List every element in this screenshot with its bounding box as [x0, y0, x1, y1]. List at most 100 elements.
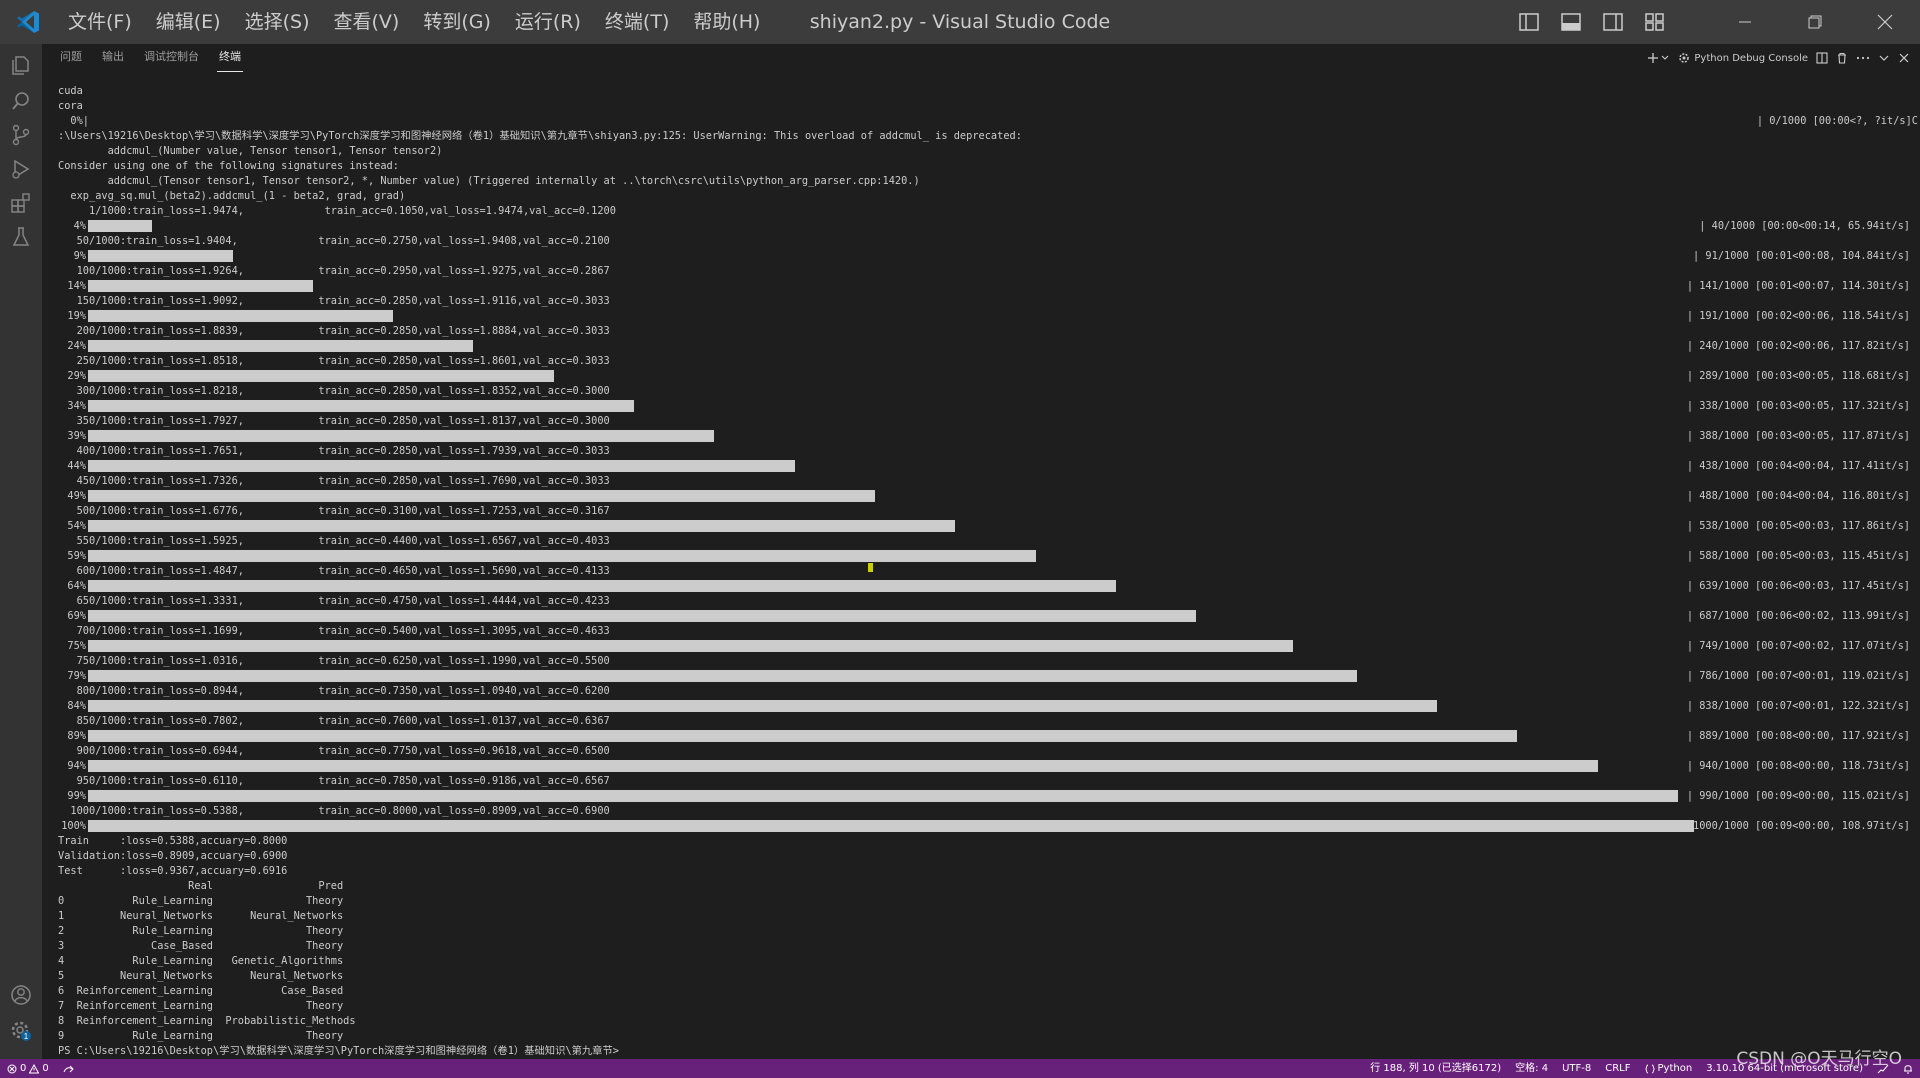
menu-item[interactable]: 帮助(H) [681, 0, 772, 44]
toggle-panel-icon[interactable] [1556, 7, 1586, 37]
new-terminal-icon[interactable] [1647, 48, 1669, 68]
warning-count: 0 [42, 1063, 49, 1074]
table-header: Real Pred [58, 880, 344, 892]
title-bar: 文件(F) 编辑(E) 选择(S) 查看(V) 转到(G) 运行(R) 终端(T) 帮助(H)… [0, 0, 1920, 44]
progress-stats: | 538/1000 [00:05<00:03, 117.86it/s] [1686, 520, 1910, 532]
close-panel-icon[interactable] [1898, 48, 1910, 68]
progress-bar [88, 730, 1517, 742]
panel-tab[interactable]: 终端 [217, 44, 243, 72]
progress-stats: | 940/1000 [00:08<00:00, 118.73it/s] [1686, 760, 1910, 772]
toggle-primary-sidebar-icon[interactable] [1514, 7, 1544, 37]
kill-terminal-icon[interactable] [1836, 48, 1848, 68]
progress-stats: | 1000/1000 [00:09<00:00, 108.97it/s] [1680, 820, 1910, 832]
progress-bar [88, 430, 714, 442]
close-window-icon[interactable] [1850, 0, 1920, 44]
warning-line: exp_avg_sq.mul_(beta2).addcmul_(1 - beta… [58, 190, 406, 202]
feedback-icon[interactable] [1870, 1059, 1896, 1078]
encoding[interactable]: UTF-8 [1555, 1059, 1598, 1078]
progress-stats: | 749/1000 [00:07<00:02, 117.07it/s] [1686, 640, 1910, 652]
epoch-log-line: 300/1000:train_loss=1.8218, train_acc=0.… [58, 385, 610, 397]
progress-percent: 44% [67, 460, 86, 472]
progress-stats: | 388/1000 [00:03<00:05, 117.87it/s] [1686, 430, 1910, 442]
progress-percent: 49% [67, 490, 86, 502]
progress-stats: | 838/1000 [00:07<00:01, 122.32it/s] [1686, 700, 1910, 712]
maximize-panel-icon[interactable] [1878, 48, 1890, 68]
minimize-icon[interactable] [1710, 0, 1780, 44]
warning-line: addcmul_(Tensor tensor1, Tensor tensor2,… [58, 175, 920, 187]
language-mode[interactable]: Python [1638, 1059, 1700, 1078]
result-line: Validation:loss=0.8909,accuary=0.6900 [58, 850, 288, 862]
terminal-name: Python Debug Console [1694, 52, 1808, 64]
progress-stats: | 588/1000 [00:05<00:03, 115.45it/s] [1686, 550, 1910, 562]
status-bar-right: 行 188, 列 10 (已选择6172) 空格: 4 UTF-8 CRLF P… [1363, 1059, 1920, 1078]
table-row: 2 Rule_Learning Theory [58, 925, 344, 937]
settings-gear-icon[interactable]: 1 [0, 1010, 42, 1052]
table-row: 4 Rule_Learning Genetic_Algorithms [58, 955, 344, 967]
panel-header: 问题 输出 调试控制台 终端 Python Debug Console [42, 44, 1920, 72]
epoch-log-line: 550/1000:train_loss=1.5925, train_acc=0.… [58, 535, 610, 547]
progress-bar [88, 700, 1437, 712]
epoch-log-line: 800/1000:train_loss=0.8944, train_acc=0.… [58, 685, 610, 697]
progress-bar [88, 250, 233, 262]
table-row: 7 Reinforcement_Learning Theory [58, 1000, 344, 1012]
table-row: 3 Case_Based Theory [58, 940, 344, 952]
cursor-position[interactable]: 行 188, 列 10 (已选择6172) [1363, 1059, 1508, 1078]
terminal-line: cora [58, 100, 83, 112]
menu-item[interactable]: 转到(G) [411, 0, 503, 44]
terminal-cursor-mark [868, 563, 873, 572]
progress-percent: 64% [67, 580, 86, 592]
problems-status[interactable]: 0 0 [0, 1059, 56, 1078]
progress-percent: 19% [67, 310, 86, 322]
warning-icon [29, 1063, 40, 1073]
epoch-log-line: 450/1000:train_loss=1.7326, train_acc=0.… [58, 475, 610, 487]
epoch-log-line: 250/1000:train_loss=1.8518, train_acc=0.… [58, 355, 610, 367]
table-row: 0 Rule_Learning Theory [58, 895, 344, 907]
menu-item[interactable]: 查看(V) [322, 0, 412, 44]
epoch-log-line: 600/1000:train_loss=1.4847, train_acc=0.… [58, 565, 610, 577]
more-actions-icon[interactable] [1856, 48, 1870, 68]
progress-bar [88, 520, 955, 532]
panel-tab[interactable]: 输出 [100, 44, 126, 72]
restore-icon[interactable] [1780, 0, 1850, 44]
progress-bar [88, 490, 875, 502]
notifications-bell-icon[interactable] [1896, 1059, 1920, 1078]
menu-item[interactable]: 编辑(E) [144, 0, 233, 44]
language-braces-icon [1644, 1064, 1655, 1073]
progress-percent: 24% [67, 340, 86, 352]
language-label: Python [1657, 1063, 1693, 1074]
epoch-log-line: 950/1000:train_loss=0.6110, train_acc=0.… [58, 775, 610, 787]
terminal-instance[interactable]: Python Debug Console [1677, 48, 1808, 68]
progress-percent: 84% [67, 700, 86, 712]
epoch-log-line: 400/1000:train_loss=1.7651, train_acc=0.… [58, 445, 610, 457]
menu-item[interactable]: 文件(F) [56, 0, 144, 44]
progress-stats: | 191/1000 [00:02<00:06, 118.54it/s] [1686, 310, 1910, 322]
terminal-output[interactable]: cuda cora 0%| | 0/1000 [00:00<?, ?it/s]C:\… [58, 84, 1918, 1057]
customize-layout-icon[interactable] [1640, 7, 1670, 37]
menu-item[interactable]: 运行(R) [503, 0, 593, 44]
python-interpreter[interactable]: 3.10.10 64-bit (microsoft store) [1699, 1059, 1870, 1078]
epoch-log-line: 150/1000:train_loss=1.9092, train_acc=0.… [58, 295, 610, 307]
progress-percent: 75% [67, 640, 86, 652]
progress-percent: 59% [67, 550, 86, 562]
terminal-line: cuda [58, 85, 83, 97]
progress-bar [88, 820, 1694, 832]
live-share-icon[interactable] [56, 1059, 82, 1078]
end-of-line[interactable]: CRLF [1598, 1059, 1637, 1078]
toggle-secondary-sidebar-icon[interactable] [1598, 7, 1628, 37]
progress-bar [88, 640, 1293, 652]
terminal-panel: 问题 输出 调试控制台 终端 Python Debug Console cuda… [42, 44, 1920, 1059]
progress-bar [88, 310, 393, 322]
progress-percent: 29% [67, 370, 86, 382]
menu-item[interactable]: 终端(T) [593, 0, 681, 44]
progress-stats: | 687/1000 [00:06<00:02, 113.99it/s] [1686, 610, 1910, 622]
progress-bar [88, 220, 152, 232]
indentation[interactable]: 空格: 4 [1508, 1059, 1555, 1078]
panel-tab[interactable]: 问题 [58, 44, 84, 72]
split-terminal-icon[interactable] [1816, 48, 1828, 68]
progress-stats: | 438/1000 [00:04<00:04, 117.41it/s] [1686, 460, 1910, 472]
panel-tab[interactable]: 调试控制台 [142, 44, 201, 72]
progress-percent: 34% [67, 400, 86, 412]
progress-stats: | 141/1000 [00:01<00:07, 114.30it/s] [1686, 280, 1910, 292]
testing-icon[interactable] [0, 216, 42, 258]
menu-item[interactable]: 选择(S) [233, 0, 322, 44]
